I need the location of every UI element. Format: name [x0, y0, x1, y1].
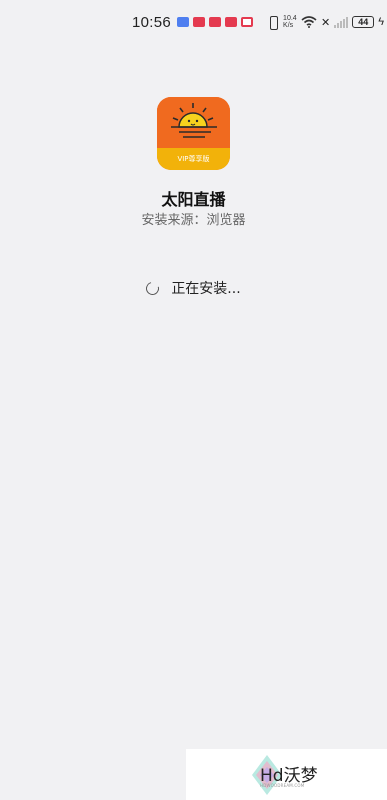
notification-app-icon: [241, 17, 254, 27]
watermark-subtext: HDWOODREAM.COM: [260, 783, 305, 788]
notification-icons: [177, 17, 254, 27]
signal-icon: [334, 16, 349, 28]
watermark: Hd沃梦 HDWOODREAM.COM: [186, 749, 387, 800]
network-speed: 10.4 K/s: [283, 15, 297, 29]
no-sim-icon: ✕: [321, 16, 331, 29]
install-progress: 正在安装...: [0, 278, 387, 298]
loading-spinner-icon: [143, 279, 162, 297]
notification-app-icon: [209, 17, 222, 27]
notification-app-icon: [193, 17, 206, 27]
network-speed-value: 10.4: [283, 15, 297, 22]
app-name: 太阳直播: [161, 190, 226, 209]
app-icon-badge: VIP尊享版: [157, 148, 230, 170]
notification-app-icon: [225, 17, 238, 27]
install-source: 安装来源：浏览器: [141, 213, 246, 228]
system-icons: 10.4 K/s ✕ 44 ϟ: [267, 15, 385, 30]
install-status-text: 正在安装...: [171, 281, 241, 297]
status-bar: 10:56 10.4 K/s ✕ 44 ϟ: [0, 0, 387, 44]
vibrate-icon: [267, 15, 279, 30]
network-speed-unit: K/s: [283, 22, 294, 29]
charging-icon: ϟ: [378, 16, 385, 28]
notification-app-icon: [177, 17, 190, 27]
status-time: 10:56: [132, 13, 172, 31]
sun-icon: [157, 97, 230, 148]
app-icon: VIP尊享版: [157, 97, 230, 170]
app-install-screen: 10:56 10.4 K/s ✕ 44 ϟ VIP尊享版 太阳直播 安装来源：浏…: [0, 0, 387, 800]
wifi-icon: [301, 16, 317, 28]
battery-icon: 44: [352, 16, 375, 28]
